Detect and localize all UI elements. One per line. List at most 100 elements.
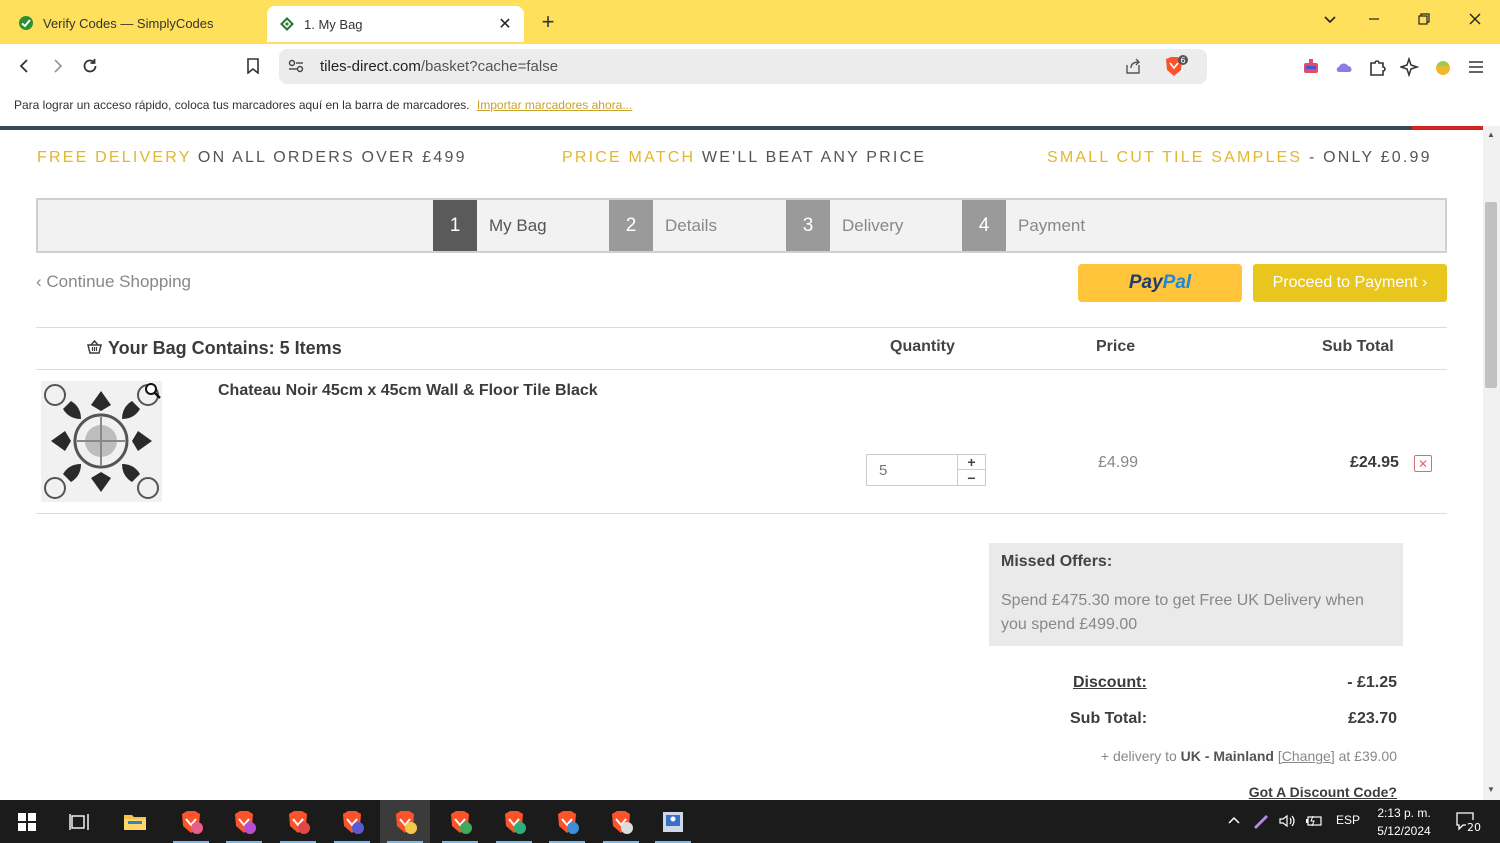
increase-quantity-button[interactable]: + <box>957 454 985 470</box>
close-tab-icon[interactable]: ✕ <box>496 14 514 34</box>
menu-icon[interactable] <box>1465 56 1487 78</box>
step-my-bag: 1 My Bag <box>433 200 547 251</box>
remove-item-icon[interactable]: ✕ <box>1414 455 1432 472</box>
back-icon[interactable] <box>13 54 37 78</box>
minimize-icon[interactable] <box>1363 12 1385 31</box>
paypal-button[interactable]: Pay Pal <box>1078 264 1242 302</box>
decrease-quantity-button[interactable]: − <box>957 470 985 486</box>
site-settings-icon[interactable] <box>287 57 305 80</box>
tiles-direct-favicon-icon <box>279 16 295 32</box>
tab-search-chevron-icon[interactable] <box>1319 12 1341 31</box>
brave-badge-count: 6 <box>1180 56 1185 65</box>
promo-text: ON ALL ORDERS OVER £499 <box>191 149 467 166</box>
scrollbar-thumb[interactable] <box>1485 202 1497 388</box>
import-bookmarks-link[interactable]: Importar marcadores ahora... <box>477 98 632 112</box>
zoom-magnifier-icon[interactable] <box>144 382 162 405</box>
continue-shopping-link[interactable]: ‹ Continue Shopping <box>36 272 191 292</box>
brave-taskbar-icon[interactable] <box>166 800 216 843</box>
promo-price-match: PRICE MATCH WE'LL BEAT ANY PRICE <box>562 149 926 167</box>
divider <box>36 327 1447 328</box>
step-label: Details <box>665 215 717 235</box>
clock-date: 5/12/2024 <box>1377 824 1431 838</box>
step-number: 2 <box>609 200 653 251</box>
url-text: tiles-direct.com/basket?cache=false <box>320 58 558 75</box>
reload-icon[interactable] <box>78 54 102 78</box>
step-label: Payment <box>1018 215 1086 235</box>
task-view-icon[interactable] <box>54 800 104 843</box>
brave-active-window-icon[interactable] <box>380 800 430 843</box>
pen-tray-icon[interactable] <box>1252 813 1270 832</box>
product-name-link[interactable]: Chateau Noir 45cm x 45cm Wall & Floor Ti… <box>218 381 598 400</box>
brave-shields-icon[interactable]: 6 <box>1163 55 1189 84</box>
brave-profile-icon[interactable] <box>542 800 592 843</box>
url-host: tiles-direct.com <box>320 58 421 75</box>
step-label: Delivery <box>842 215 904 235</box>
clock-time: 2:13 p. m. <box>1377 806 1431 820</box>
extensions-puzzle-icon[interactable] <box>1366 56 1388 78</box>
windows-start-icon[interactable] <box>2 800 52 843</box>
promo-highlight: FREE DELIVERY <box>37 149 192 166</box>
file-explorer-icon[interactable] <box>110 800 160 843</box>
tab-title: Verify Codes — SimplyCodes <box>43 15 214 31</box>
brave-profile-icon[interactable] <box>596 800 646 843</box>
header-border-accent <box>1412 126 1483 130</box>
rewards-icon[interactable] <box>1432 56 1454 78</box>
tab-simplycodes[interactable]: Verify Codes — SimplyCodes <box>8 6 262 40</box>
close-window-icon[interactable] <box>1464 12 1486 31</box>
battery-icon[interactable] <box>1304 813 1324 832</box>
notifications-icon[interactable]: 20 <box>1455 810 1483 837</box>
change-delivery-link[interactable]: [Change] <box>1278 748 1335 764</box>
brave-profile-icon[interactable] <box>273 800 323 843</box>
paypal-logo-pal: Pal <box>1162 272 1192 293</box>
discount-code-link[interactable]: Got A Discount Code? <box>1200 784 1397 800</box>
taskbar-clock[interactable]: 2:13 p. m. 5/12/2024 <box>1372 804 1436 840</box>
input-language[interactable]: ESP <box>1336 813 1360 827</box>
share-icon[interactable] <box>1124 57 1142 80</box>
step-details: 2 Details <box>609 200 717 251</box>
item-subtotal: £24.95 <box>1350 454 1399 471</box>
brave-profile-icon[interactable] <box>435 800 485 843</box>
bookmark-icon[interactable] <box>241 54 265 78</box>
discount-label[interactable]: Discount: <box>1073 674 1147 692</box>
brave-profile-icon[interactable] <box>327 800 377 843</box>
bag-count-text: Your Bag Contains: 5 Items <box>108 338 342 358</box>
restore-icon[interactable] <box>1413 12 1435 31</box>
delivery-prefix: + delivery to <box>1100 748 1177 764</box>
simplycodes-favicon-icon <box>18 15 34 31</box>
extension-robot-icon[interactable] <box>1300 56 1322 78</box>
divider <box>36 513 1447 514</box>
step-payment: 4 Payment <box>962 200 1085 251</box>
page-viewport: FREE DELIVERY ON ALL ORDERS OVER £499 PR… <box>0 126 1483 800</box>
step-label: My Bag <box>489 215 547 235</box>
tab-my-bag[interactable]: 1. My Bag ✕ <box>267 6 524 42</box>
address-bar[interactable]: tiles-direct.com/basket?cache=false 6 <box>279 49 1207 84</box>
column-quantity: Quantity <box>890 338 955 355</box>
tab-strip: Verify Codes — SimplyCodes 1. My Bag ✕ + <box>0 0 1500 44</box>
quantity-input[interactable] <box>867 455 957 485</box>
app-window-icon[interactable] <box>648 800 698 843</box>
promo-text: - ONLY £0.99 <box>1302 149 1432 166</box>
promo-tile-samples: SMALL CUT TILE SAMPLES - ONLY £0.99 <box>1047 149 1432 167</box>
item-price: £4.99 <box>1098 454 1139 471</box>
step-number: 3 <box>786 200 830 251</box>
scroll-down-icon[interactable]: ▼ <box>1485 785 1497 794</box>
proceed-to-payment-button[interactable]: Proceed to Payment › <box>1253 264 1447 302</box>
forward-icon[interactable] <box>45 54 69 78</box>
scroll-up-icon[interactable]: ▲ <box>1485 130 1497 139</box>
volume-icon[interactable] <box>1278 813 1296 832</box>
show-hidden-icons-icon[interactable] <box>1227 813 1241 830</box>
missed-offers-box: Missed Offers: Spend £475.30 more to get… <box>989 543 1403 646</box>
step-delivery: 3 Delivery <box>786 200 903 251</box>
brave-profile-icon[interactable] <box>489 800 539 843</box>
url-path: /basket?cache=false <box>420 58 559 75</box>
new-tab-icon[interactable]: + <box>538 10 558 34</box>
missed-offers-text: Spend £475.30 more to get Free UK Delive… <box>1001 592 1364 633</box>
discount-value: - £1.25 <box>1347 674 1397 691</box>
leo-ai-icon[interactable] <box>1399 56 1421 78</box>
extension-cloud-icon[interactable] <box>1334 56 1356 78</box>
promo-text: WE'LL BEAT ANY PRICE <box>695 149 927 166</box>
paypal-logo-pay: Pay <box>1128 272 1163 293</box>
screen: Verify Codes — SimplyCodes 1. My Bag ✕ + <box>0 0 1500 843</box>
bag-title: Your Bag Contains: 5 Items <box>87 338 342 359</box>
brave-profile-icon[interactable] <box>219 800 269 843</box>
